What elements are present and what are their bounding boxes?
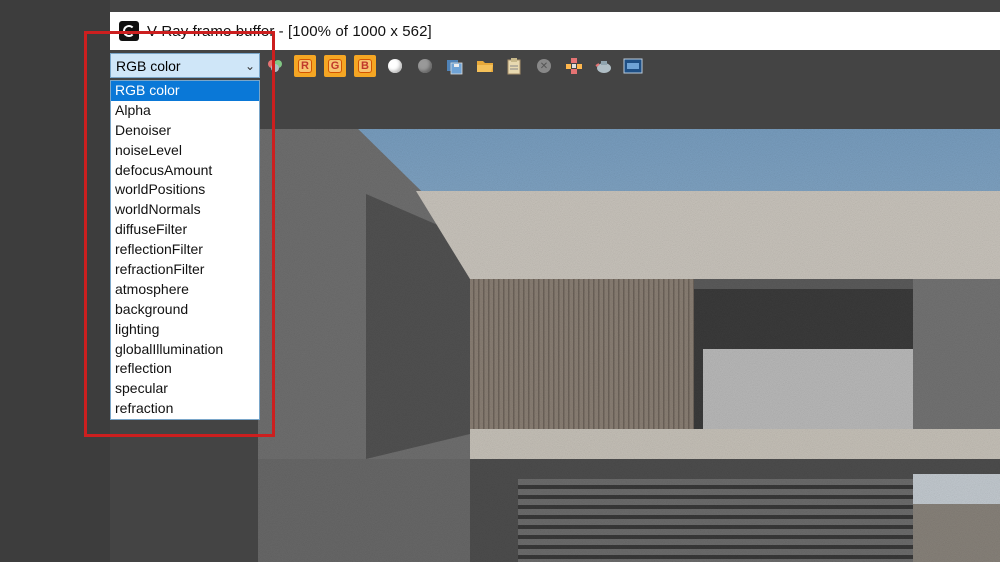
channel-select-value: RGB color bbox=[116, 57, 181, 74]
channel-option-refraction-filter[interactable]: refractionFilter bbox=[111, 260, 259, 280]
render-icon[interactable] bbox=[622, 55, 644, 77]
channel-option-global-illumination[interactable]: globalIllumination bbox=[111, 340, 259, 360]
copy-to-clipboard-icon[interactable] bbox=[503, 55, 525, 77]
channel-select[interactable]: RGB color ⌄ bbox=[110, 53, 260, 78]
channel-option-lighting[interactable]: lighting bbox=[111, 320, 259, 340]
red-channel-icon[interactable]: R bbox=[294, 55, 316, 77]
channel-option-diffuse-filter[interactable]: diffuseFilter bbox=[111, 220, 259, 240]
channel-option-rgb-color[interactable]: RGB color bbox=[111, 81, 259, 101]
channel-option-alpha[interactable]: Alpha bbox=[111, 101, 259, 121]
channel-dropdown-list: RGB color Alpha Denoiser noiseLevel defo… bbox=[110, 80, 260, 420]
vray-logo-icon bbox=[119, 21, 139, 41]
blue-channel-label: B bbox=[358, 59, 372, 73]
render-region-icon[interactable] bbox=[593, 55, 615, 77]
track-mouse-icon[interactable] bbox=[563, 55, 585, 77]
channel-option-atmosphere[interactable]: atmosphere bbox=[111, 280, 259, 300]
channel-option-defocus-amount[interactable]: defocusAmount bbox=[111, 161, 259, 181]
chevron-down-icon: ⌄ bbox=[244, 58, 256, 73]
channel-option-denoiser[interactable]: Denoiser bbox=[111, 121, 259, 141]
channel-option-noise-level[interactable]: noiseLevel bbox=[111, 141, 259, 161]
background-left bbox=[0, 0, 110, 562]
channel-option-world-normals[interactable]: worldNormals bbox=[111, 200, 259, 220]
clear-image-icon[interactable]: ✕ bbox=[533, 55, 555, 77]
channel-option-world-positions[interactable]: worldPositions bbox=[111, 180, 259, 200]
show-alpha-icon[interactable] bbox=[414, 55, 436, 77]
green-channel-label: G bbox=[327, 59, 343, 73]
channel-option-specular[interactable]: specular bbox=[111, 379, 259, 399]
color-picker-icon[interactable] bbox=[264, 55, 286, 77]
title-bar: V-Ray frame buffer - [100% of 1000 x 562… bbox=[110, 12, 1000, 50]
channel-option-reflection[interactable]: reflection bbox=[111, 359, 259, 379]
show-mono-icon[interactable] bbox=[384, 55, 406, 77]
channel-option-background[interactable]: background bbox=[111, 300, 259, 320]
render-image bbox=[258, 129, 1000, 562]
green-channel-icon[interactable]: G bbox=[324, 55, 346, 77]
channel-option-reflection-filter[interactable]: reflectionFilter bbox=[111, 240, 259, 260]
load-image-icon[interactable] bbox=[474, 55, 496, 77]
window-title: V-Ray frame buffer - [100% of 1000 x 562… bbox=[147, 22, 432, 40]
save-image-icon[interactable] bbox=[444, 55, 466, 77]
red-channel-label: R bbox=[298, 59, 312, 73]
channel-option-refraction[interactable]: refraction bbox=[111, 399, 259, 419]
blue-channel-icon[interactable]: B bbox=[354, 55, 376, 77]
